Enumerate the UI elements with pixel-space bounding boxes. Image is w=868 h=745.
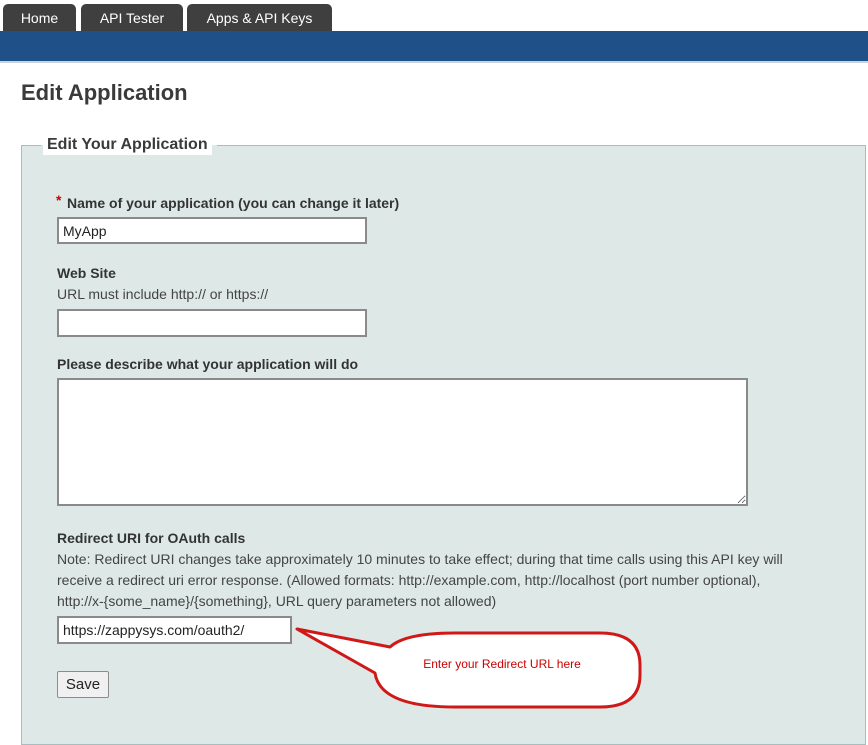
callout-text: Enter your Redirect URL here <box>423 657 581 671</box>
page-title: Edit Application <box>21 80 188 105</box>
website-input[interactable] <box>57 309 367 337</box>
website-help-text: URL must include http:// or https:// <box>57 286 269 302</box>
redirect-callout: Enter your Redirect URL here <box>295 627 642 709</box>
app-name-label: Name of your application (you can change… <box>67 195 400 211</box>
tab-apps-api-keys[interactable]: Apps & API Keys <box>187 4 332 32</box>
save-button[interactable]: Save <box>57 671 109 698</box>
required-marker: * <box>56 192 62 208</box>
fieldset-legend: Edit Your Application <box>43 135 212 155</box>
nav-bar <box>0 31 868 63</box>
tab-api-tester[interactable]: API Tester <box>81 4 183 32</box>
redirect-uri-label: Redirect URI for OAuth calls <box>57 530 246 546</box>
description-label: Please describe what your application wi… <box>57 356 359 372</box>
description-textarea[interactable] <box>57 378 748 506</box>
redirect-uri-input[interactable] <box>57 616 292 644</box>
website-label: Web Site <box>57 265 116 281</box>
tab-bar: Home API Tester Apps & API Keys <box>0 0 868 32</box>
tab-home[interactable]: Home <box>3 4 76 32</box>
redirect-uri-note: Note: Redirect URI changes take approxim… <box>57 551 783 609</box>
app-name-input[interactable] <box>57 217 367 244</box>
